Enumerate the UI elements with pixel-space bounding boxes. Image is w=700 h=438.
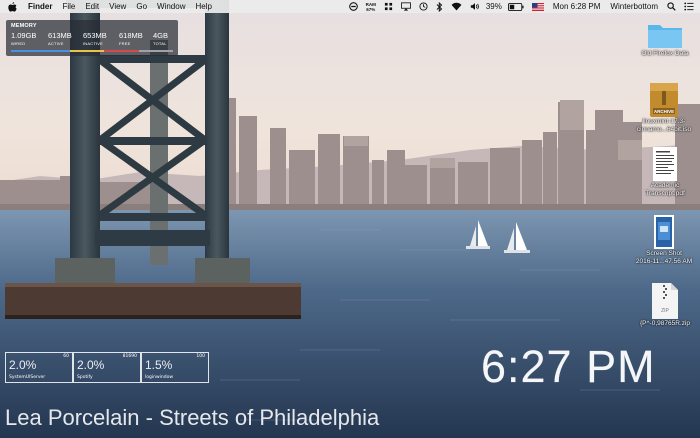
desktop-icon-iso-label-1: linuxmint-17.3- — [642, 118, 686, 125]
desktop-icon-folder-label: Old Firefox Data — [641, 50, 689, 57]
menu-edit[interactable]: Edit — [80, 0, 104, 13]
memory-inactive-value: 653MB — [83, 31, 107, 40]
memory-inactive-label: INACTIVE — [83, 41, 104, 46]
menu-window[interactable]: Window — [152, 0, 190, 13]
user-name[interactable]: Winterbottom — [605, 0, 663, 13]
spotlight-icon[interactable] — [663, 2, 680, 11]
us-flag-icon[interactable] — [528, 2, 548, 11]
desktop-icon-zip[interactable]: ZIP {P^-0,98765R.zip — [632, 282, 698, 328]
memory-wired-label: WIRED — [11, 41, 26, 46]
cpu-process-2-pid: 81690 — [122, 354, 137, 359]
grid-icon[interactable] — [380, 2, 397, 11]
desktop-clock: 6:27 PM — [481, 341, 656, 392]
menu-file[interactable]: File — [57, 0, 80, 13]
now-playing-track: Lea Porcelain - Streets of Philadelphia — [5, 405, 380, 430]
screenshot-image-icon — [654, 215, 674, 249]
memory-total-value: 4GB — [153, 31, 169, 40]
cpu-process-3-pid: 100 — [196, 354, 205, 359]
memory-usage-bar — [11, 50, 173, 52]
memory-active: 613MB ACTIVE — [48, 31, 72, 46]
cpu-process-3: 1.5% 100 loginwindow — [141, 352, 209, 383]
cpu-process-1-name: SystemUIServer — [9, 375, 46, 380]
memory-status[interactable]: RAM 67% — [362, 2, 380, 12]
memory-free-value: 618MB — [119, 31, 143, 40]
memory-bar-active — [70, 50, 104, 52]
desktop-icon-iso-label-2: cinnamo...64bit.iso — [636, 126, 692, 133]
volume-icon[interactable] — [466, 2, 484, 11]
cpu-process-1-percent: 2.0% — [9, 358, 37, 372]
notification-center-icon[interactable] — [680, 2, 700, 11]
memory-bar-free — [139, 50, 173, 52]
memory-free: 618MB FREE — [119, 31, 143, 46]
memory-total-label: TOTAL — [153, 41, 167, 46]
cpu-process-2-percent: 2.0% — [77, 358, 105, 372]
menu-bar: Finder File Edit View Go Window Help RAM… — [0, 0, 700, 13]
memory-status-value: 67% — [366, 6, 376, 12]
cpu-process-1-pid: 60 — [63, 354, 69, 359]
memory-active-label: ACTIVE — [48, 41, 64, 46]
status-area: RAM 67% 39% Mon 6:28 PM Winterbottom — [345, 0, 700, 13]
archive-icon: ARCHIVE — [650, 83, 678, 117]
no-entry-icon[interactable] — [345, 2, 362, 11]
desktop-icon-screenshot-label-1: Screen Shot — [646, 250, 682, 257]
memory-wired: 1.09GB WIRED — [11, 31, 36, 46]
app-menu-finder[interactable]: Finder — [23, 0, 57, 13]
cpu-process-1: 2.0% 60 SystemUIServer — [5, 352, 73, 383]
time-machine-icon[interactable] — [415, 2, 432, 11]
menu-help[interactable]: Help — [190, 0, 216, 13]
cpu-process-3-percent: 1.5% — [145, 358, 173, 372]
folder-icon — [648, 25, 682, 48]
menu-view[interactable]: View — [104, 0, 131, 13]
desktop-icon-iso[interactable]: ARCHIVE linuxmint-17.3- cinnamo...64bit.… — [628, 82, 700, 134]
apple-menu-icon[interactable] — [8, 1, 17, 12]
desktop-icon-zip-label: {P^-0,98765R.zip — [639, 320, 691, 327]
memory-wired-value: 1.09GB — [11, 31, 37, 40]
pdf-document-icon — [653, 147, 677, 181]
memory-widget-title: MEMORY — [11, 23, 37, 29]
menu-go[interactable]: Go — [131, 0, 152, 13]
archive-badge: ARCHIVE — [654, 109, 674, 114]
memory-bar-wired — [11, 50, 71, 52]
zip-badge: ZIP — [661, 308, 669, 314]
desktop-icon-pdf[interactable]: Academic Transcript.pdf — [633, 146, 697, 198]
airplay-icon[interactable] — [397, 2, 415, 11]
zip-file-icon: ZIP — [652, 283, 678, 319]
memory-inactive: 653MB INACTIVE — [83, 31, 107, 46]
memory-widget: MEMORY 1.09GB WIRED 613MB ACTIVE 653MB I… — [6, 20, 178, 56]
desktop-icon-pdf-label-1: Academic — [650, 182, 680, 189]
memory-total: 4GB TOTAL — [153, 31, 168, 46]
battery-percent[interactable]: 39% — [484, 0, 504, 13]
memory-free-label: FREE — [119, 41, 131, 46]
cpu-process-3-name: loginwindow — [145, 375, 174, 380]
cpu-process-2: 2.0% 81690 Spotify — [73, 352, 141, 383]
desktop-icon-folder[interactable]: Old Firefox Data — [634, 20, 696, 58]
menubar-clock[interactable]: Mon 6:28 PM — [548, 0, 606, 13]
memory-bar-inactive — [103, 50, 140, 52]
desktop-icon-screenshot[interactable]: Screen Shot 2016-11...47.56 AM — [628, 214, 700, 266]
battery-icon[interactable] — [504, 2, 528, 11]
desktop-icon-screenshot-label-2: 2016-11...47.56 AM — [635, 258, 693, 265]
desktop-icon-pdf-label-2: Transcript.pdf — [645, 190, 685, 197]
bluetooth-icon[interactable] — [432, 1, 447, 12]
cpu-widget: 2.0% 60 SystemUIServer 2.0% 81690 Spotif… — [5, 352, 209, 383]
memory-active-value: 613MB — [48, 31, 72, 40]
cpu-process-2-name: Spotify — [77, 375, 93, 380]
wifi-icon[interactable] — [447, 2, 466, 11]
